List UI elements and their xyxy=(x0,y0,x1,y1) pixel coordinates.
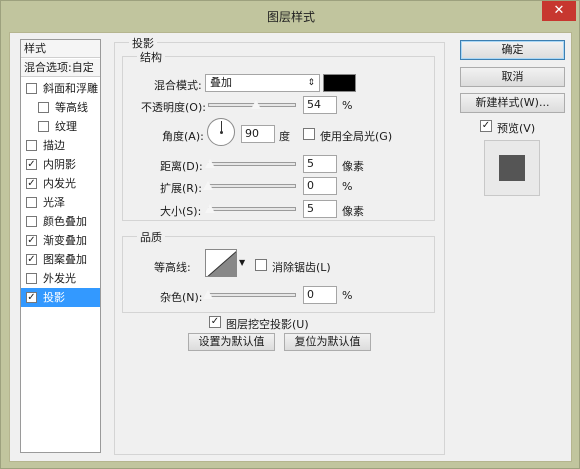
style-item[interactable]: 外发光 xyxy=(21,269,100,288)
style-item[interactable]: 颜色叠加 xyxy=(21,212,100,231)
spread-label: 扩展(R): xyxy=(160,182,202,195)
contour-label: 等高线: xyxy=(154,261,191,274)
noise-slider-thumb[interactable] xyxy=(202,289,214,300)
style-item-label: 纹理 xyxy=(55,120,77,133)
style-item-checkbox[interactable] xyxy=(26,273,37,284)
new-style-button[interactable]: 新建样式(W)... xyxy=(460,93,565,113)
style-item[interactable]: ✓ 内发光 xyxy=(21,174,100,193)
noise-unit: % xyxy=(342,289,353,302)
contour-picker[interactable] xyxy=(205,249,237,277)
title-bar[interactable]: 图层样式 ✕ xyxy=(1,1,580,31)
spread-slider-thumb[interactable] xyxy=(202,180,214,191)
global-light-label: 使用全局光(G) xyxy=(320,130,393,143)
dialog-body: 样式 混合选项:自定 斜面和浮雕等高线纹理描边 ✓ 内阴影 ✓ 内发光光泽颜色叠加 ✓ 渐变… xyxy=(9,32,572,462)
opacity-slider-thumb[interactable] xyxy=(249,99,262,110)
style-item[interactable]: 光泽 xyxy=(21,193,100,212)
style-item[interactable]: 纹理 xyxy=(21,117,100,136)
size-unit: 像素 xyxy=(342,205,364,218)
size-slider[interactable] xyxy=(208,207,296,211)
style-item-label: 内阴影 xyxy=(43,158,76,171)
window-title: 图层样式 xyxy=(266,10,315,24)
styles-header[interactable]: 样式 xyxy=(21,40,100,58)
distance-label: 距离(D): xyxy=(160,160,203,173)
style-item-label: 颜色叠加 xyxy=(43,215,87,228)
styles-list: 样式 混合选项:自定 斜面和浮雕等高线纹理描边 ✓ 内阴影 ✓ 内发光光泽颜色叠加 ✓ 渐变… xyxy=(20,39,101,453)
style-item-checkbox[interactable] xyxy=(38,121,49,132)
layer-style-dialog: 图层样式 ✕ 样式 混合选项:自定 斜面和浮雕等高线纹理描边 ✓ 内阴影 ✓ 内发光光泽… xyxy=(0,0,580,469)
select-arrows-icon: ⇕ xyxy=(307,78,315,88)
style-item-label: 渐变叠加 xyxy=(43,234,87,247)
blend-mode-select[interactable]: 叠加 ⇕ xyxy=(205,74,320,92)
style-preview-thumbnail xyxy=(484,140,540,196)
style-item-checkbox[interactable]: ✓ xyxy=(26,254,37,265)
blend-mode-value: 叠加 xyxy=(210,76,232,89)
preview-square xyxy=(499,155,525,181)
style-item-label: 内发光 xyxy=(43,177,76,190)
style-item-label: 外发光 xyxy=(43,272,76,285)
layer-knockout-checkbox[interactable]: ✓ xyxy=(209,316,221,328)
global-light-checkbox[interactable] xyxy=(303,128,315,140)
angle-label: 角度(A): xyxy=(162,130,204,143)
contour-curve-icon xyxy=(207,251,236,276)
style-item-label: 等高线 xyxy=(55,101,88,114)
contour-dropdown-icon[interactable]: ▼ xyxy=(239,258,245,267)
style-item[interactable]: ✓ 内阴影 xyxy=(21,155,100,174)
style-item-label: 投影 xyxy=(43,291,65,304)
opacity-input[interactable]: 54 xyxy=(303,96,337,114)
blending-options-item[interactable]: 混合选项:自定 xyxy=(21,59,100,77)
structure-title: 结构 xyxy=(137,49,165,65)
anti-alias-label: 消除锯齿(L) xyxy=(272,261,331,274)
preview-label: 预览(V) xyxy=(497,122,536,135)
noise-label: 杂色(N): xyxy=(160,291,203,304)
make-default-button[interactable]: 设置为默认值 xyxy=(188,333,275,351)
style-item-checkbox[interactable] xyxy=(26,83,37,94)
shadow-color-swatch[interactable] xyxy=(323,74,356,92)
style-item[interactable]: ✓ 渐变叠加 xyxy=(21,231,100,250)
noise-input[interactable]: 0 xyxy=(303,286,337,304)
noise-slider[interactable] xyxy=(208,293,296,297)
size-label: 大小(S): xyxy=(160,205,202,218)
size-input[interactable]: 5 xyxy=(303,200,337,218)
style-item[interactable]: ✓ 图案叠加 xyxy=(21,250,100,269)
style-item-checkbox[interactable] xyxy=(38,102,49,113)
distance-slider[interactable] xyxy=(208,162,296,166)
style-item[interactable]: ✓ 投影 xyxy=(21,288,100,307)
style-item[interactable]: 描边 xyxy=(21,136,100,155)
angle-dial[interactable] xyxy=(207,118,235,146)
style-item-checkbox[interactable]: ✓ xyxy=(26,159,37,170)
quality-title: 品质 xyxy=(137,229,165,245)
distance-slider-thumb[interactable] xyxy=(204,158,216,169)
style-item[interactable]: 等高线 xyxy=(21,98,100,117)
reset-default-button[interactable]: 复位为默认值 xyxy=(284,333,371,351)
cancel-button[interactable]: 取消 xyxy=(460,67,565,87)
style-item-checkbox[interactable] xyxy=(26,216,37,227)
style-item-label: 描边 xyxy=(43,139,65,152)
opacity-unit: % xyxy=(342,99,353,112)
blend-mode-label: 混合模式: xyxy=(154,79,202,92)
angle-input[interactable]: 90 xyxy=(241,125,275,143)
preview-checkbox[interactable]: ✓ xyxy=(480,120,492,132)
angle-unit: 度 xyxy=(279,130,290,143)
close-icon[interactable]: ✕ xyxy=(542,1,576,21)
style-item-label: 光泽 xyxy=(43,196,65,209)
style-item-checkbox[interactable]: ✓ xyxy=(26,235,37,246)
opacity-label: 不透明度(O): xyxy=(141,101,206,114)
distance-unit: 像素 xyxy=(342,160,364,173)
spread-unit: % xyxy=(342,180,353,193)
style-item[interactable]: 斜面和浮雕 xyxy=(21,79,100,98)
angle-center-dot xyxy=(220,131,223,134)
style-item-label: 图案叠加 xyxy=(43,253,87,266)
size-slider-thumb[interactable] xyxy=(204,203,216,214)
style-item-label: 斜面和浮雕 xyxy=(43,82,98,95)
distance-input[interactable]: 5 xyxy=(303,155,337,173)
layer-knockout-label: 图层挖空投影(U) xyxy=(226,318,309,331)
spread-input[interactable]: 0 xyxy=(303,177,337,195)
anti-alias-checkbox[interactable] xyxy=(255,259,267,271)
spread-slider[interactable] xyxy=(208,184,296,188)
ok-button[interactable]: 确定 xyxy=(460,40,565,60)
style-item-checkbox[interactable]: ✓ xyxy=(26,178,37,189)
style-item-checkbox[interactable]: ✓ xyxy=(26,292,37,303)
style-item-checkbox[interactable] xyxy=(26,140,37,151)
style-item-checkbox[interactable] xyxy=(26,197,37,208)
